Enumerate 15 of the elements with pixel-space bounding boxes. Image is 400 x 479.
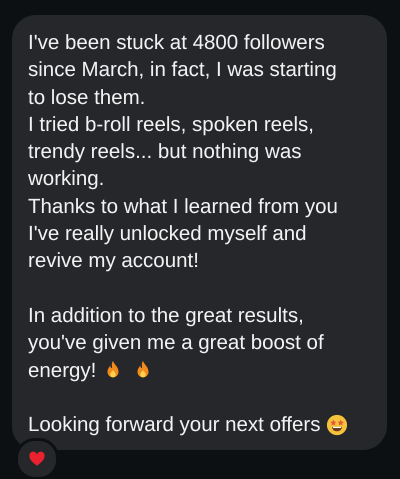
message-text: trendy reels... but nothing was: [28, 139, 302, 166]
message-text: I've been stuck at 4800 followers: [28, 30, 325, 56]
message-text: Looking forward your next offers: [28, 412, 320, 438]
message-text: In addition to the great results,: [28, 302, 304, 329]
message-text: working.: [28, 166, 104, 192]
heart-icon: [28, 450, 46, 468]
message-text: energy!: [28, 358, 96, 384]
message-text: to lose them.: [28, 84, 146, 111]
message-text: I tried b-roll reels, spoken reels,: [28, 112, 314, 138]
message-text: since March, in fact, I was starting: [28, 57, 337, 84]
message-text: Thanks to what I learned from you: [28, 194, 338, 220]
star-eyes-face-icon: [326, 414, 348, 436]
message-text: revive my account!: [28, 248, 199, 274]
message-text: I've really unlocked myself and: [28, 221, 307, 248]
message-text: you've given me a great boost of: [28, 330, 324, 356]
